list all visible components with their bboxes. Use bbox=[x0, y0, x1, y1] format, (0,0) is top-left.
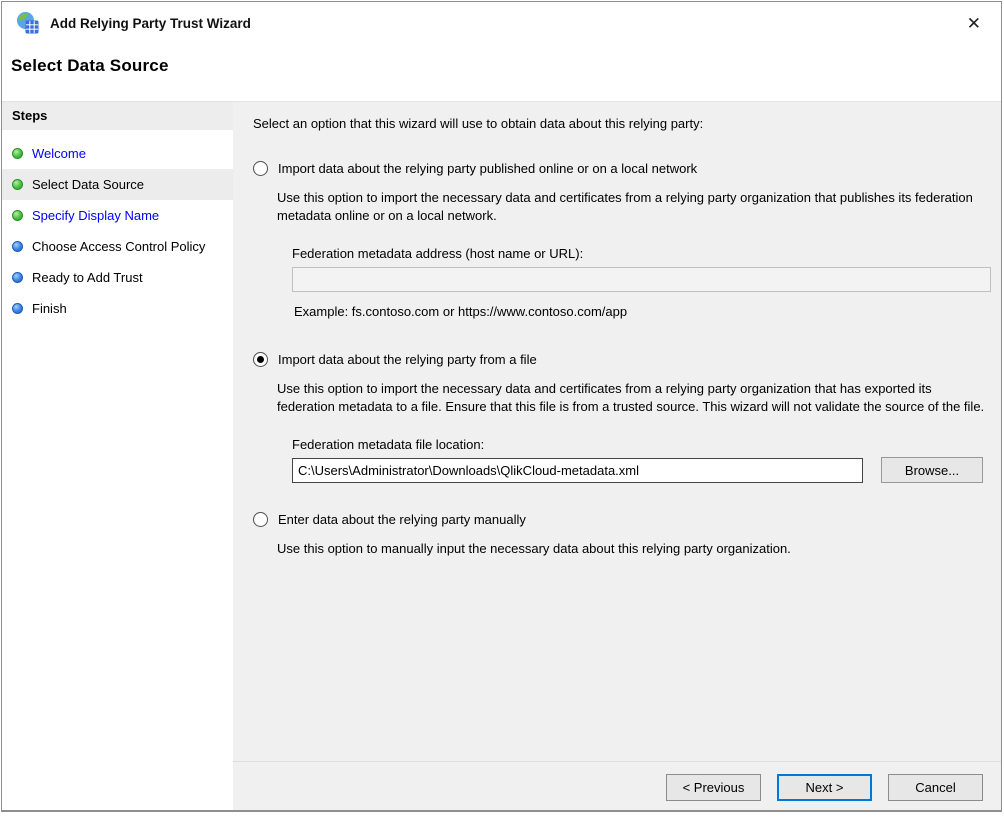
step-done-bullet-icon bbox=[12, 210, 23, 221]
sidebar-item-finish: Finish bbox=[2, 293, 233, 324]
sidebar-item-welcome[interactable]: Welcome bbox=[2, 138, 233, 169]
radio-import-online[interactable]: Import data about the relying party publ… bbox=[253, 161, 991, 176]
cancel-button[interactable]: Cancel bbox=[888, 774, 983, 801]
sidebar-item-specify-display-name[interactable]: Specify Display Name bbox=[2, 200, 233, 231]
step-label: Select Data Source bbox=[32, 177, 144, 192]
metadata-address-input bbox=[292, 267, 991, 292]
wizard-dialog: Add Relying Party Trust Wizard ✕ Select … bbox=[1, 1, 1002, 812]
steps-sidebar: Steps Welcome Select Data Source Specify… bbox=[2, 102, 233, 812]
metadata-address-example: Example: fs.contoso.com or https://www.c… bbox=[294, 304, 991, 319]
radio-circle-icon[interactable] bbox=[253, 512, 268, 527]
page-header: Select Data Source bbox=[2, 44, 1001, 101]
sidebar-item-select-data-source: Select Data Source bbox=[2, 169, 233, 200]
window-title: Add Relying Party Trust Wizard bbox=[50, 16, 251, 31]
step-label: Ready to Add Trust bbox=[32, 270, 143, 285]
step-done-bullet-icon bbox=[12, 179, 23, 190]
radio-label[interactable]: Enter data about the relying party manua… bbox=[278, 512, 526, 527]
option-description: Use this option to import the necessary … bbox=[277, 189, 989, 225]
radio-enter-manually[interactable]: Enter data about the relying party manua… bbox=[253, 512, 991, 527]
adfs-wizard-icon bbox=[16, 11, 40, 35]
title-bar: Add Relying Party Trust Wizard ✕ bbox=[2, 2, 1001, 44]
steps-heading: Steps bbox=[2, 102, 233, 130]
option-description: Use this option to import the necessary … bbox=[277, 380, 989, 416]
step-label: Finish bbox=[32, 301, 67, 316]
page-title: Select Data Source bbox=[11, 56, 1001, 76]
step-todo-bullet-icon bbox=[12, 241, 23, 252]
close-icon[interactable]: ✕ bbox=[961, 13, 987, 34]
step-done-bullet-icon bbox=[12, 148, 23, 159]
radio-circle-icon[interactable] bbox=[253, 161, 268, 176]
radio-label[interactable]: Import data about the relying party from… bbox=[278, 352, 537, 367]
step-todo-bullet-icon bbox=[12, 272, 23, 283]
radio-label[interactable]: Import data about the relying party publ… bbox=[278, 161, 697, 176]
browse-button[interactable]: Browse... bbox=[881, 457, 983, 483]
previous-button[interactable]: < Previous bbox=[666, 774, 761, 801]
radio-selected-icon[interactable] bbox=[253, 352, 268, 367]
steps-list: Welcome Select Data Source Specify Displ… bbox=[2, 130, 233, 324]
metadata-address-label: Federation metadata address (host name o… bbox=[292, 246, 991, 261]
sidebar-item-choose-access-control-policy: Choose Access Control Policy bbox=[2, 231, 233, 262]
step-todo-bullet-icon bbox=[12, 303, 23, 314]
content-panel: Select an option that this wizard will u… bbox=[233, 102, 1002, 761]
radio-import-file[interactable]: Import data about the relying party from… bbox=[253, 352, 991, 367]
metadata-file-input[interactable] bbox=[292, 458, 863, 483]
sidebar-item-ready-to-add-trust: Ready to Add Trust bbox=[2, 262, 233, 293]
next-button[interactable]: Next > bbox=[777, 774, 872, 801]
button-bar: < Previous Next > Cancel bbox=[233, 761, 1002, 812]
step-label: Choose Access Control Policy bbox=[32, 239, 205, 254]
metadata-file-label: Federation metadata file location: bbox=[292, 437, 991, 452]
intro-text: Select an option that this wizard will u… bbox=[253, 116, 991, 131]
step-label: Specify Display Name bbox=[32, 208, 159, 223]
step-label: Welcome bbox=[32, 146, 86, 161]
option-description: Use this option to manually input the ne… bbox=[277, 540, 989, 558]
